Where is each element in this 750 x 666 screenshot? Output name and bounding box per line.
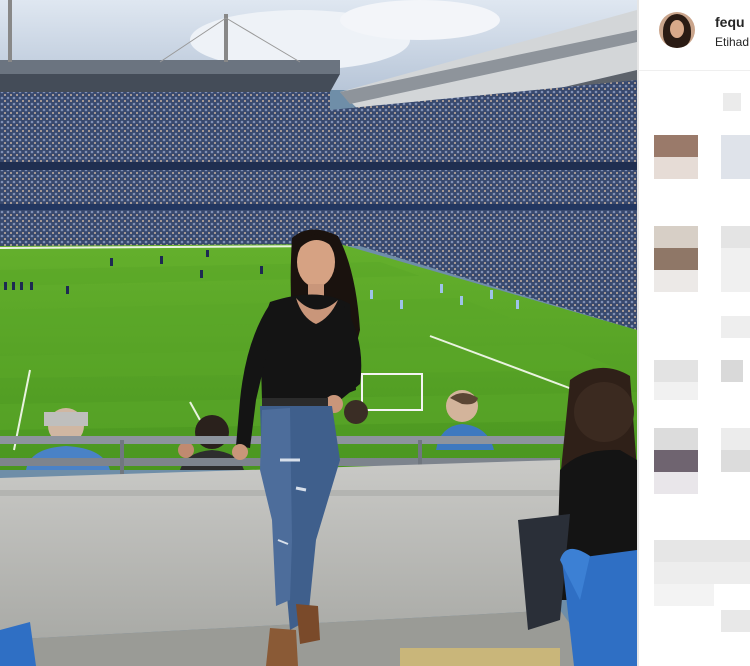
blurred-comment-pixel xyxy=(721,450,750,472)
blurred-comment-pixel xyxy=(654,248,698,270)
profile-avatar-icon[interactable] xyxy=(659,12,695,48)
blurred-comment-pixel xyxy=(654,226,698,248)
blurred-comment-pixel xyxy=(723,93,741,111)
blurred-comment-pixel xyxy=(654,135,698,157)
blurred-comment-pixel xyxy=(721,610,750,632)
post-username[interactable]: fequ xyxy=(715,14,745,30)
blurred-comment-pixel xyxy=(654,360,698,382)
blurred-comment-pixel xyxy=(721,226,750,248)
blurred-comment-pixel xyxy=(654,270,698,292)
blurred-comment-pixel xyxy=(654,450,698,472)
blurred-comment-pixel xyxy=(721,135,750,179)
blurred-comment-pixel xyxy=(721,316,750,338)
post-header: fequ Etihad xyxy=(639,0,750,71)
blurred-comment-pixel xyxy=(721,248,750,292)
blurred-comment-pixel xyxy=(721,360,743,382)
post-sidebar: fequ Etihad xyxy=(639,0,750,666)
blurred-comment-pixel xyxy=(654,428,698,450)
blurred-comment-pixel xyxy=(654,472,698,494)
post-location[interactable]: Etihad xyxy=(715,35,749,49)
blurred-comment-pixel xyxy=(654,382,698,400)
blurred-comment-pixel xyxy=(721,428,750,450)
blurred-comment-pixel xyxy=(654,584,714,606)
blurred-comment-pixel xyxy=(654,157,698,179)
blurred-comment-pixel xyxy=(654,540,750,562)
post-photo[interactable] xyxy=(0,0,637,666)
blurred-comment-pixel xyxy=(654,562,750,584)
